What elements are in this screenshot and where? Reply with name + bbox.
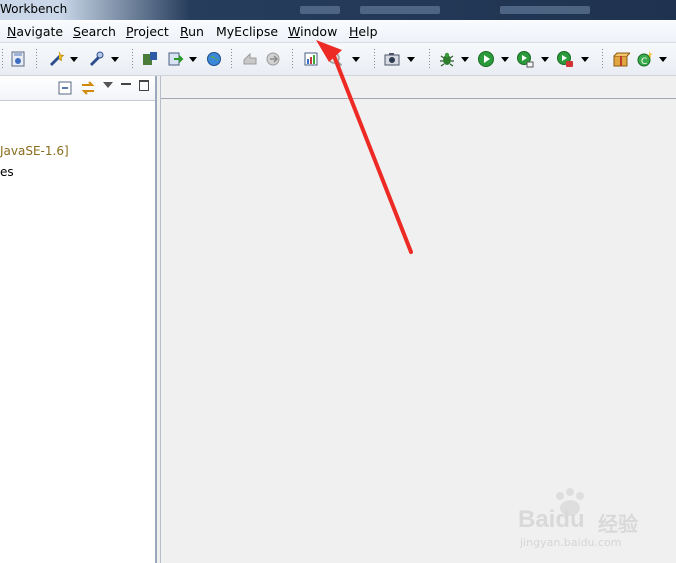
toolbar-separator bbox=[231, 49, 232, 69]
toolbar-separator bbox=[374, 49, 375, 69]
toolbar-separator bbox=[2, 49, 3, 69]
profile-icon[interactable] bbox=[556, 50, 574, 68]
minimize-icon[interactable] bbox=[121, 83, 131, 85]
open-type-dropdown-icon[interactable] bbox=[111, 57, 119, 62]
camera-icon[interactable] bbox=[383, 50, 401, 68]
camera-dropdown-icon[interactable] bbox=[407, 57, 415, 62]
maximize-icon[interactable] bbox=[139, 80, 149, 91]
back-disabled-icon[interactable] bbox=[241, 50, 259, 68]
svg-text:C: C bbox=[641, 57, 647, 67]
package-icon[interactable] bbox=[612, 50, 630, 68]
new-wizard-dropdown-icon[interactable] bbox=[70, 57, 78, 62]
server-icon[interactable] bbox=[141, 50, 159, 68]
toolbar-separator bbox=[292, 49, 293, 69]
view-toolbar bbox=[0, 76, 155, 101]
view-menu-icon[interactable] bbox=[103, 82, 113, 88]
menu-project[interactable]: Project bbox=[126, 24, 169, 39]
baidu-watermark: Baidu 经验 jingyan.baidu.com bbox=[510, 488, 660, 558]
taskbar-blur bbox=[360, 6, 440, 14]
new-class-dropdown-icon[interactable] bbox=[659, 57, 667, 62]
tree-item-truncated[interactable]: es bbox=[0, 165, 14, 179]
toolbar-separator bbox=[36, 49, 37, 69]
watermark-cn: 经验 bbox=[598, 512, 638, 536]
run-external-icon[interactable] bbox=[516, 50, 534, 68]
search-disabled-icon[interactable] bbox=[326, 50, 344, 68]
toolbar-separator bbox=[602, 49, 603, 69]
open-type-icon[interactable] bbox=[88, 50, 106, 68]
search-dropdown-icon[interactable] bbox=[352, 57, 360, 62]
menu-navigate[interactable]: Navigate bbox=[7, 24, 63, 39]
watermark-url: jingyan.baidu.com bbox=[520, 536, 622, 549]
deploy-icon[interactable] bbox=[166, 50, 184, 68]
profile-dropdown-icon[interactable] bbox=[581, 57, 589, 62]
collapse-all-icon[interactable] bbox=[58, 81, 72, 95]
menu-window[interactable]: Window bbox=[288, 24, 337, 39]
taskbar-blur bbox=[300, 6, 340, 14]
package-explorer-view: JavaSE-1.6] es bbox=[0, 76, 157, 563]
toolbar-separator bbox=[429, 49, 430, 69]
deploy-dropdown-icon[interactable] bbox=[189, 57, 197, 62]
run-dropdown-icon[interactable] bbox=[501, 57, 509, 62]
run-icon[interactable] bbox=[477, 50, 495, 68]
save-icon[interactable] bbox=[9, 50, 27, 68]
link-with-editor-icon[interactable] bbox=[80, 80, 96, 96]
debug-icon[interactable] bbox=[438, 50, 456, 68]
window-title-bar: Workbench bbox=[0, 0, 676, 20]
globe-icon[interactable] bbox=[205, 50, 223, 68]
new-class-icon[interactable]: C bbox=[636, 50, 654, 68]
new-wizard-icon[interactable] bbox=[48, 50, 66, 68]
taskbar-blur bbox=[500, 6, 590, 14]
menu-help[interactable]: Help bbox=[349, 24, 378, 39]
debug-dropdown-icon[interactable] bbox=[461, 57, 469, 62]
toolbar-separator bbox=[132, 49, 133, 69]
menu-bar: Navigate Search Project Run MyEclipse Wi… bbox=[0, 20, 676, 43]
report-icon[interactable] bbox=[302, 50, 320, 68]
window-title: Workbench bbox=[0, 2, 68, 16]
forward-disabled-icon[interactable] bbox=[264, 50, 282, 68]
jre-system-library-label[interactable]: JavaSE-1.6] bbox=[0, 144, 69, 158]
menu-myeclipse[interactable]: MyEclipse bbox=[216, 24, 278, 39]
menu-search[interactable]: Search bbox=[73, 24, 116, 39]
watermark-brand: Baidu bbox=[518, 506, 585, 533]
main-toolbar: C bbox=[0, 43, 676, 76]
editor-tab-strip bbox=[161, 76, 676, 99]
run-external-dropdown-icon[interactable] bbox=[541, 57, 549, 62]
menu-run[interactable]: Run bbox=[180, 24, 204, 39]
